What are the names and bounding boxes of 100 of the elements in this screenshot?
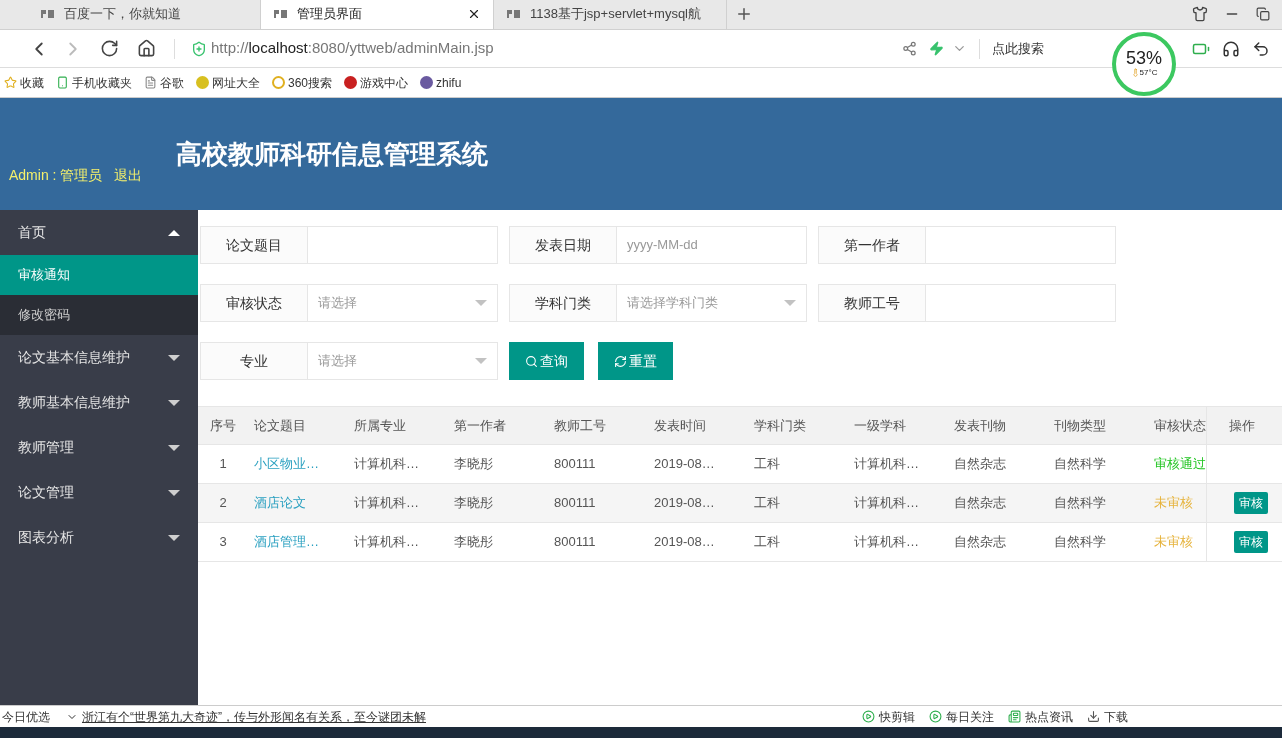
page-icon [506,9,522,19]
input-field[interactable] [926,284,1116,322]
table-cell-text: 计算机科… [353,455,420,474]
field-label: 学科门类 [509,284,617,322]
column-header: 教师工号 [553,416,607,435]
thermometer-icon [1130,68,1140,77]
status-bar-item[interactable]: 每日关注 [929,707,994,726]
dropdown-caret-icon [784,300,796,306]
share-icon[interactable] [902,41,917,56]
status-cell-text: 未审核 [1153,494,1194,513]
cpu-reading: 53% [1126,48,1162,67]
table-cell-text: 2 [218,494,228,513]
today-picks-label[interactable]: 今日优选 [0,707,66,726]
column-header: 发表刊物 [953,416,1007,435]
star-icon [4,76,17,89]
table-cell-text: 自然杂志 [953,533,1007,552]
menu-item[interactable]: 教师基本信息维护 [0,380,198,425]
table-cell-text: 800111 [553,533,597,552]
table-cell-text: 800111 [553,494,597,513]
menu-item[interactable]: 论文管理 [0,470,198,515]
status-cell-text: 审核通过 [1153,455,1206,474]
table-cell-text: 工科 [753,455,781,474]
search-button[interactable]: 查询 [509,342,584,380]
home-icon[interactable] [137,39,156,58]
page-icon [273,9,289,19]
caret-down-icon [168,534,180,541]
table-cell-text: 自然杂志 [953,455,1007,474]
caret-up-icon [168,229,180,236]
restore-icon[interactable] [1256,7,1270,21]
table-cell-text: 2019-08… [653,533,716,552]
reset-button[interactable]: 重置 [598,342,673,380]
field-label: 审核状态 [200,284,308,322]
table-cell-text: 800111 [553,455,597,474]
table-cell-text: 自然科学 [1053,494,1107,513]
close-icon[interactable] [467,7,481,21]
system-title: 高校教师科研信息管理系统 [176,137,488,171]
review-button[interactable]: 审核 [1234,531,1268,553]
headphones-icon[interactable] [1222,39,1240,58]
address-field[interactable]: http://localhost:8080/yttweb/adminMain.jsp [211,37,711,60]
caret-down-icon [168,399,180,406]
caret-down-icon [168,489,180,496]
caret-down-icon [168,444,180,451]
column-header: 序号 [209,416,237,435]
search-icon [525,354,538,368]
table-cell-text: 计算机科… [353,494,420,513]
field-label: 发表日期 [509,226,617,264]
column-header: 学科门类 [753,416,807,435]
phone-icon [56,76,69,89]
shirt-icon[interactable] [1192,6,1208,22]
table-cell-text: 李晓彤 [453,533,494,552]
site-icon [272,76,285,89]
table-cell-text: 3 [218,533,228,552]
new-tab-icon[interactable] [735,5,753,23]
status-bar-item[interactable]: 下载 [1087,707,1128,726]
submenu-item[interactable]: 修改密码 [0,295,198,335]
menu-item[interactable]: 教师管理 [0,425,198,470]
table-cell-text: 自然科学 [1053,533,1107,552]
status-bar-item[interactable]: 快剪辑 [862,707,915,726]
review-button[interactable]: 审核 [1234,492,1268,514]
news-headline[interactable]: 浙江有个“世界第九大奇迹”，传与外形闻名有关系，至今谜团未解 [82,707,426,726]
input-field[interactable] [308,226,498,264]
bookmark-link[interactable]: 游戏中心 [344,73,409,92]
lightning-icon[interactable] [929,41,944,56]
menu-item[interactable]: 论文基本信息维护 [0,335,198,380]
column-header: 第一作者 [453,416,507,435]
reload-icon[interactable] [100,39,119,58]
menu-item[interactable]: 首页 [0,210,198,255]
logout-link[interactable]: 退出 [114,164,143,186]
news-icon [1008,710,1021,723]
submenu-item[interactable]: 审核通知 [0,255,198,295]
table-cell-text: 李晓彤 [453,494,494,513]
play-icon [862,710,875,723]
page-icon [144,76,157,89]
play-icon [929,710,942,723]
undo-icon[interactable] [1252,39,1270,58]
bookmark-link[interactable]: 收藏 [4,73,44,92]
field-label: 专业 [200,342,308,380]
bookmark-link[interactable]: 360搜索 [272,73,333,92]
input-field[interactable] [926,226,1116,264]
browser-tab[interactable]: 管理员界面 [261,0,494,29]
shield-icon [191,40,207,57]
bookmark-link[interactable]: 谷歌 [144,73,184,92]
table-cell-text: 自然杂志 [953,494,1007,513]
status-bar-item[interactable]: 热点资讯 [1008,707,1073,726]
bookmark-link[interactable]: 手机收藏夹 [56,73,132,92]
table-cell-text: 工科 [753,494,781,513]
table-cell-text: 自然科学 [1053,455,1107,474]
search-field[interactable]: 点此搜索 [992,38,1112,59]
bookmark-link[interactable]: zhifu [420,73,462,92]
site-icon [344,76,358,89]
download-icon [1087,710,1100,723]
refresh-icon [614,354,627,368]
column-header: 论文题目 [253,416,307,435]
column-header: 发表时间 [653,416,707,435]
user-label: Admin : 管理员 [9,165,103,185]
column-header: 操作 [1206,407,1276,444]
table-cell-text: 计算机科… [353,533,420,552]
bookmark-link[interactable]: 网址大全 [196,73,260,92]
field-label: 第一作者 [818,226,926,264]
menu-item[interactable]: 图表分析 [0,515,198,560]
